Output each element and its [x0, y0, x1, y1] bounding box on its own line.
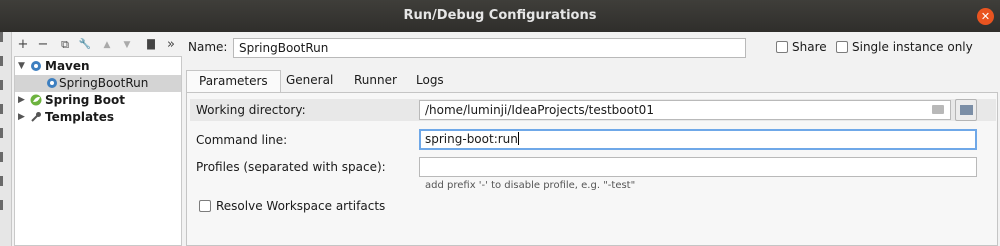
move-up-icon[interactable]: ▲	[100, 38, 114, 52]
name-label: Name:	[188, 40, 228, 54]
command-line-input[interactable]: spring-boot:run	[419, 129, 977, 150]
tree-item-maven[interactable]: ▼ Maven	[15, 58, 181, 75]
chevron-right-icon[interactable]: ▶	[18, 92, 25, 109]
add-icon[interactable]: +	[16, 38, 30, 52]
more-icon[interactable]: »	[164, 38, 178, 52]
copy-icon[interactable]: ⧉	[58, 38, 72, 52]
tab-parameters[interactable]: Parameters	[186, 70, 281, 92]
parameters-panel: Working directory: /home/luminji/IdeaPro…	[186, 92, 998, 246]
config-tree: ▼ Maven SpringBootRun ▶ Spring Boot ▶ Te…	[14, 56, 182, 246]
folder-icon	[960, 105, 973, 115]
gear-icon	[47, 78, 57, 88]
single-instance-checkbox[interactable]	[836, 41, 848, 53]
spring-leaf-icon	[30, 94, 42, 106]
background-window-edge	[0, 32, 12, 246]
remove-icon[interactable]: −	[36, 38, 50, 52]
folder-icon[interactable]: ▇	[144, 38, 158, 52]
gear-icon	[31, 61, 41, 71]
chevron-right-icon[interactable]: ▶	[18, 109, 25, 126]
tree-item-springbootrun[interactable]: SpringBootRun	[15, 75, 181, 92]
move-down-icon[interactable]: ▼	[120, 38, 134, 52]
tree-item-spring-boot[interactable]: ▶ Spring Boot	[15, 92, 181, 109]
single-instance-label: Single instance only	[852, 40, 973, 54]
share-checkbox[interactable]	[776, 41, 788, 53]
working-directory-input[interactable]: /home/luminji/IdeaProjects/testboot01	[419, 100, 951, 120]
config-toolbar: + − ⧉ 🔧 ▲ ▼ ▇ »	[12, 32, 182, 58]
folder-icon[interactable]	[932, 105, 944, 114]
window-titlebar: Run/Debug Configurations ✕	[0, 0, 1000, 32]
name-input[interactable]: SpringBootRun	[233, 38, 746, 58]
config-tabs: Parameters General Runner Logs	[186, 70, 998, 92]
profiles-label: Profiles (separated with space):	[196, 160, 386, 174]
tree-item-templates[interactable]: ▶ Templates	[15, 109, 181, 126]
wrench-icon[interactable]: 🔧	[78, 38, 92, 52]
text-caret	[517, 132, 519, 145]
browse-macros-button[interactable]	[955, 99, 977, 121]
profiles-input[interactable]	[419, 157, 977, 177]
profiles-hint: add prefix '-' to disable profile, e.g. …	[425, 180, 636, 191]
resolve-workspace-label: Resolve Workspace artifacts	[216, 199, 386, 213]
tab-logs[interactable]: Logs	[404, 70, 456, 92]
working-directory-label: Working directory:	[196, 103, 306, 117]
resolve-workspace-checkbox[interactable]	[199, 200, 211, 212]
share-label: Share	[792, 40, 827, 54]
chevron-down-icon[interactable]: ▼	[18, 58, 25, 75]
tab-general[interactable]: General	[274, 70, 345, 92]
command-line-label: Command line:	[196, 133, 288, 147]
close-button[interactable]: ✕	[977, 8, 994, 25]
wrench-icon	[31, 112, 41, 122]
tab-runner[interactable]: Runner	[342, 70, 409, 92]
window-title: Run/Debug Configurations	[403, 8, 597, 23]
